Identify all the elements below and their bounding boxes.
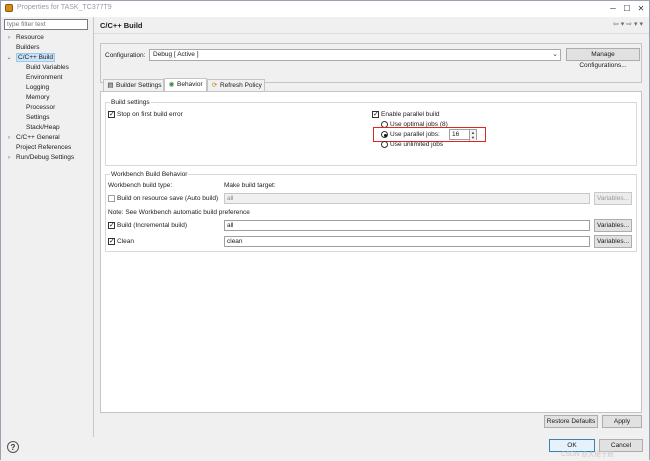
configuration-section: Configuration: Debug [ Active ] ⌄ Manage…: [100, 43, 642, 83]
unlimited-jobs-radio[interactable]: [381, 141, 388, 148]
tree-item-run-debug-settings[interactable]: › Run/Debug Settings: [4, 153, 92, 163]
tree-item-label: Processor: [26, 104, 56, 111]
spinner-arrows-icon[interactable]: ▲ ▼: [469, 130, 476, 141]
clean-variables-button[interactable]: Variables...: [594, 235, 632, 248]
refresh-icon: ⟳: [211, 82, 218, 89]
tree-item-label: Stack/Heap: [26, 124, 60, 131]
auto-build-checkbox[interactable]: [108, 195, 115, 202]
tree-item-resource[interactable]: › Resource: [4, 33, 92, 43]
manage-configurations-button[interactable]: Manage Configurations...: [566, 48, 640, 69]
unlimited-jobs-label: Use unlimited jobs: [390, 141, 444, 148]
tab-label: Builder Settings: [116, 82, 162, 89]
behavior-icon: ◉: [168, 81, 175, 88]
tree-item-build-variables[interactable]: Build Variables: [4, 63, 92, 73]
divider: [94, 33, 649, 34]
tree-item-settings[interactable]: Settings: [4, 113, 92, 123]
auto-build-target-field[interactable]: all: [224, 193, 590, 204]
clean-target-field[interactable]: clean: [224, 236, 590, 247]
filter-input[interactable]: [4, 19, 88, 30]
tab-builder-settings[interactable]: ▤ Builder Settings: [103, 79, 164, 91]
configuration-label: Configuration:: [105, 52, 146, 59]
parallel-jobs-label: Use parallel jobs:: [390, 131, 440, 138]
tree-item-project-references[interactable]: Project References: [4, 143, 92, 153]
tree-item-logging[interactable]: Logging: [4, 83, 92, 93]
incremental-build-checkbox[interactable]: [108, 221, 115, 229]
tree-item-cpp-general[interactable]: › C/C++ General: [4, 133, 92, 143]
workbench-build-type-header: Workbench build type:: [108, 182, 173, 189]
page-title: C/C++ Build: [100, 21, 143, 30]
watermark: CSDN @大佬子辰: [561, 451, 614, 458]
configuration-value: Debug [ Active ]: [153, 51, 199, 58]
close-button[interactable]: ✕: [634, 3, 648, 14]
tree-item-label: Project References: [16, 144, 72, 151]
stop-on-first-error-checkbox[interactable]: [108, 110, 115, 118]
tree-item-processor[interactable]: Processor: [4, 103, 92, 113]
parallel-jobs-radio[interactable]: [381, 131, 388, 138]
expand-arrow-icon[interactable]: ›: [6, 133, 12, 143]
incremental-variables-button[interactable]: Variables...: [594, 219, 632, 232]
tree-item-label: Builders: [16, 44, 40, 51]
clean-checkbox[interactable]: [108, 237, 115, 245]
tree-item-label: Settings: [26, 114, 50, 121]
tree-item-label: Resource: [16, 34, 44, 41]
incremental-build-label: Build (Incremental build): [117, 222, 188, 229]
app-icon: [5, 4, 13, 12]
history-nav-arrows[interactable]: ⇦ ▾ ⇨ ▾ ▾: [613, 20, 643, 28]
apply-button[interactable]: Apply: [602, 415, 642, 428]
builder-settings-icon: ▤: [107, 82, 114, 89]
stop-on-first-error-label: Stop on first build error: [117, 111, 183, 118]
dialog-button-bar: ? OK Cancel: [1, 437, 649, 461]
behavior-panel: Build settings Stop on first build error…: [100, 91, 642, 413]
workbench-build-behavior-label: Workbench Build Behavior: [110, 171, 189, 178]
tree-item-label: Memory: [26, 94, 50, 101]
window-title: Properties for TASK_TC377T9: [17, 4, 112, 11]
maximize-button[interactable]: ☐: [620, 3, 634, 14]
expand-arrow-icon[interactable]: ›: [6, 153, 12, 163]
title-bar: Properties for TASK_TC377T9 ─ ☐ ✕: [1, 1, 649, 17]
tree-item-label: Build Variables: [26, 64, 69, 71]
tree-item-label: Environment: [26, 74, 63, 81]
tree-item-environment[interactable]: Environment: [4, 73, 92, 83]
enable-parallel-build-checkbox[interactable]: [372, 110, 379, 118]
tab-refresh-policy[interactable]: ⟳ Refresh Policy: [207, 79, 265, 91]
minimize-button[interactable]: ─: [606, 3, 620, 14]
tree-item-label: Logging: [26, 84, 50, 91]
workbench-build-behavior-group: Workbench Build Behavior Workbench build…: [105, 171, 637, 252]
tree-item-cpp-build[interactable]: ⌄ C/C++ Build: [4, 53, 92, 63]
incremental-build-target-field[interactable]: all: [224, 220, 590, 231]
tree-item-memory[interactable]: Memory: [4, 93, 92, 103]
help-icon[interactable]: ?: [7, 441, 19, 453]
tree-item-stack-heap[interactable]: Stack/Heap: [4, 123, 92, 133]
clean-label: Clean: [117, 238, 134, 245]
tab-behavior[interactable]: ◉ Behavior: [164, 78, 207, 91]
restore-defaults-button[interactable]: Restore Defaults: [544, 415, 598, 428]
make-build-target-header: Make build target:: [224, 182, 276, 189]
parallel-jobs-spinner[interactable]: 16 ▲ ▼: [449, 129, 477, 141]
tab-label: Behavior: [177, 81, 203, 88]
tab-label: Refresh Policy: [220, 82, 262, 89]
workbench-note: Note: See Workbench automatic build pref…: [108, 209, 250, 216]
tree-item-label: C/C++ General: [16, 134, 60, 141]
configuration-select[interactable]: Debug [ Active ] ⌄: [149, 49, 561, 61]
property-page: C/C++ Build ⇦ ▾ ⇨ ▾ ▾ Configuration: Deb…: [94, 17, 649, 437]
build-settings-label: Build settings: [110, 99, 151, 106]
auto-build-label: Build on resource save (Auto build): [117, 195, 219, 202]
properties-dialog: Properties for TASK_TC377T9 ─ ☐ ✕ › Reso…: [0, 0, 650, 461]
expand-arrow-icon[interactable]: ›: [6, 33, 12, 43]
enable-parallel-build-label: Enable parallel build: [381, 111, 440, 118]
tree-item-label: Run/Debug Settings: [16, 154, 75, 161]
tree-item-builders[interactable]: Builders: [4, 43, 92, 53]
properties-tree: › Resource Builders ⌄ C/C++ Build Build …: [4, 33, 92, 163]
build-settings-group: Build settings Stop on first build error…: [105, 99, 637, 166]
collapse-arrow-icon[interactable]: ⌄: [6, 53, 12, 63]
chevron-down-icon: ⌄: [552, 51, 558, 58]
parallel-jobs-value: 16: [452, 131, 460, 138]
tree-item-label: C/C++ Build: [16, 53, 56, 62]
auto-build-variables-button[interactable]: Variables...: [594, 192, 632, 205]
